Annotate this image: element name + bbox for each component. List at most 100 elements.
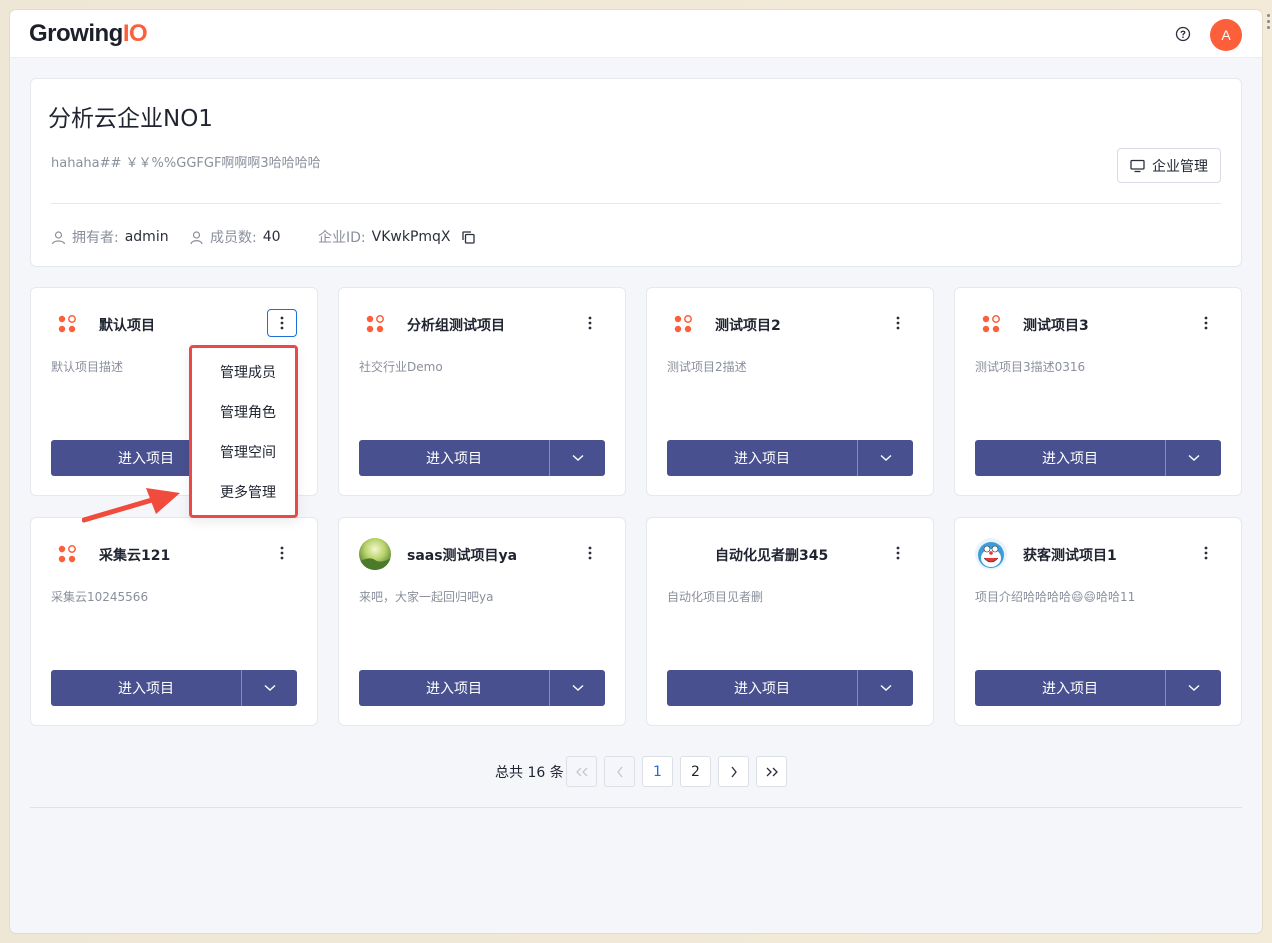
monitor-icon — [1130, 159, 1145, 172]
enterprise-card: 分析云企业NO1 hahaha## ￥￥%%GGFGF啊啊啊3哈哈哈哈 企业管理… — [30, 78, 1242, 267]
project-dots-icon — [982, 315, 1000, 333]
cartoon-avatar-icon — [975, 538, 1007, 570]
top-bar: GrowingIO A — [10, 10, 1262, 58]
project-card[interactable]: 自动化见者删345 自动化项目见者删 进入项目 — [646, 517, 934, 726]
menu-item-manage-members[interactable]: 管理成员 — [192, 352, 295, 392]
menu-item-manage-roles[interactable]: 管理角色 — [192, 392, 295, 432]
project-card[interactable]: 测试项目3 测试项目3描述0316 进入项目 — [954, 287, 1242, 496]
chevron-down-icon — [264, 684, 275, 691]
enterprise-description: hahaha## ￥￥%%GGFGF啊啊啊3哈哈哈哈 — [51, 156, 321, 171]
window-scroll-handle[interactable] — [1267, 14, 1271, 32]
footer-divider — [30, 807, 1242, 808]
enter-project-dropdown[interactable] — [1166, 670, 1221, 706]
page-button-2[interactable]: 2 — [680, 756, 711, 787]
project-name: 采集云121 — [99, 548, 171, 564]
more-options-button[interactable] — [883, 539, 913, 567]
owner-icon — [51, 230, 66, 244]
chevron-down-icon — [1188, 454, 1199, 461]
more-vertical-icon — [588, 316, 592, 330]
enter-project-button[interactable]: 进入项目 — [975, 670, 1165, 706]
divider — [51, 203, 1221, 204]
user-avatar[interactable]: A — [1210, 19, 1242, 51]
project-description: 自动化项目见者删 — [667, 590, 764, 604]
first-page-button[interactable] — [566, 756, 597, 787]
enterprise-id-meta: 企业ID: VKwkPmqX — [318, 227, 476, 247]
more-options-button[interactable] — [267, 309, 297, 337]
project-name: 获客测试项目1 — [1023, 548, 1117, 564]
project-name: 分析组测试项目 — [407, 318, 505, 334]
project-description: 测试项目3描述0316 — [975, 360, 1086, 374]
project-context-menu: 管理成员 管理角色 管理空间 更多管理 — [189, 345, 298, 518]
project-card[interactable]: 分析组测试项目 社交行业Demo 进入项目 — [338, 287, 626, 496]
member-icon — [190, 230, 203, 244]
project-card[interactable]: 获客测试项目1 项目介绍哈哈哈哈😄😄哈哈11 进入项目 — [954, 517, 1242, 726]
project-dots-icon — [58, 545, 76, 563]
project-description: 采集云10245566 — [51, 590, 149, 604]
more-options-button[interactable] — [575, 309, 605, 337]
enter-project-dropdown[interactable] — [858, 440, 913, 476]
enter-project-button[interactable]: 进入项目 — [975, 440, 1165, 476]
more-options-button[interactable] — [1191, 539, 1221, 567]
menu-item-manage-spaces[interactable]: 管理空间 — [192, 432, 295, 472]
enter-project-button[interactable]: 进入项目 — [359, 440, 549, 476]
enterprise-id-value: VKwkPmqX — [371, 229, 451, 245]
more-vertical-icon — [896, 546, 900, 560]
project-card[interactable]: 测试项目2 测试项目2描述 进入项目 — [646, 287, 934, 496]
next-page-button[interactable] — [718, 756, 749, 787]
project-card[interactable]: saas测试项目ya 来吧，大家一起回归吧ya 进入项目 — [338, 517, 626, 726]
pagination: 总共 16 条 1 2 — [10, 756, 1262, 788]
more-options-button[interactable] — [575, 539, 605, 567]
more-vertical-icon — [896, 316, 900, 330]
owner-label: 拥有者: — [72, 230, 119, 246]
enter-project-button[interactable]: 进入项目 — [359, 670, 549, 706]
enter-project-button-group: 进入项目 — [667, 440, 913, 476]
enter-project-button-group: 进入项目 — [359, 670, 605, 706]
page-button-1[interactable]: 1 — [642, 756, 673, 787]
project-description: 项目介绍哈哈哈哈😄😄哈哈11 — [975, 590, 1136, 604]
help-icon[interactable] — [1175, 26, 1191, 42]
more-vertical-icon — [1204, 546, 1208, 560]
enterprise-id-label: 企业ID: — [318, 230, 366, 246]
project-name: 测试项目3 — [1023, 318, 1089, 334]
prev-page-button[interactable] — [604, 756, 635, 787]
chevron-right-icon — [730, 766, 737, 777]
landscape-avatar-icon — [359, 538, 391, 570]
copy-icon[interactable] — [461, 230, 476, 245]
enter-project-dropdown[interactable] — [242, 670, 297, 706]
project-card[interactable]: 采集云121 采集云10245566 进入项目 — [30, 517, 318, 726]
more-options-button[interactable] — [267, 539, 297, 567]
logo-accent-text: IO — [122, 20, 148, 47]
project-description: 来吧，大家一起回归吧ya — [359, 590, 494, 604]
enter-project-button[interactable]: 进入项目 — [667, 440, 857, 476]
project-dots-icon — [58, 315, 76, 333]
more-options-button[interactable] — [1191, 309, 1221, 337]
enter-project-button-group: 进入项目 — [975, 670, 1221, 706]
enterprise-manage-button[interactable]: 企业管理 — [1117, 148, 1221, 183]
more-options-button[interactable] — [883, 309, 913, 337]
enter-project-button-group: 进入项目 — [359, 440, 605, 476]
enter-project-dropdown[interactable] — [550, 670, 605, 706]
enterprise-manage-label: 企业管理 — [1152, 158, 1208, 175]
enter-project-dropdown[interactable] — [550, 440, 605, 476]
project-name: saas测试项目ya — [407, 548, 518, 564]
project-description: 测试项目2描述 — [667, 360, 747, 374]
growingio-logo[interactable]: GrowingIO — [29, 20, 148, 48]
more-vertical-icon — [280, 316, 284, 330]
enterprise-title: 分析云企业NO1 — [48, 106, 213, 132]
chevron-down-icon — [880, 684, 891, 691]
enter-project-dropdown[interactable] — [1166, 440, 1221, 476]
last-page-button[interactable] — [756, 756, 787, 787]
project-name: 测试项目2 — [715, 318, 781, 334]
enter-project-button[interactable]: 进入项目 — [667, 670, 857, 706]
more-vertical-icon — [280, 546, 284, 560]
annotation-arrow-icon — [82, 488, 180, 523]
menu-item-more-management[interactable]: 更多管理 — [192, 472, 295, 512]
chevron-down-icon — [572, 454, 583, 461]
project-dots-icon — [674, 315, 692, 333]
enter-project-button-group: 进入项目 — [51, 670, 297, 706]
project-description: 社交行业Demo — [359, 360, 443, 374]
enter-project-button[interactable]: 进入项目 — [51, 670, 241, 706]
double-chevron-right-icon — [766, 767, 778, 776]
project-description: 默认项目描述 — [51, 360, 124, 374]
enter-project-dropdown[interactable] — [858, 670, 913, 706]
